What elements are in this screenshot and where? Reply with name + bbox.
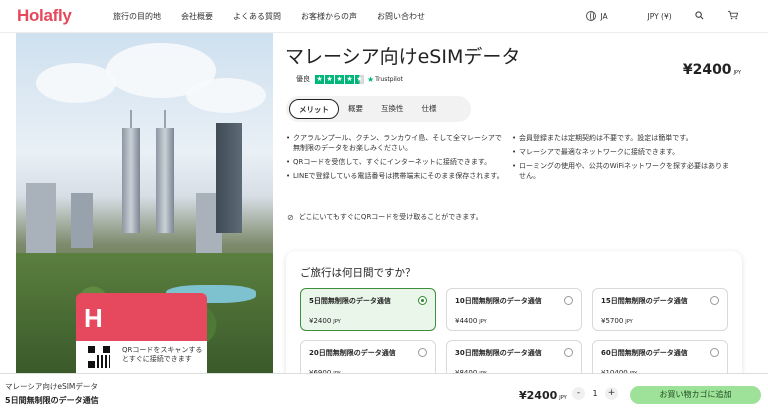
plan-radio[interactable] xyxy=(710,348,719,357)
plan-radio[interactable] xyxy=(418,348,427,357)
globe-icon xyxy=(586,11,597,21)
benefit-item: ローミングの使用や、公共のWiFiネットワークを探す必要はありません。 xyxy=(512,161,734,181)
cloud xyxy=(186,78,266,113)
plan-price-unit: JPY xyxy=(479,319,487,325)
plan-option-15-days[interactable]: 15日間無制限のデータ通信 ¥5700 JPY xyxy=(592,288,728,331)
nav-contact[interactable]: お問い合わせ xyxy=(377,11,425,22)
qr-promo-text: QRコードをスキャンするとすぐに接続できます xyxy=(122,346,203,363)
rating-label: 優良 xyxy=(296,75,310,83)
plan-name: 5日間無制限のデータ通信 xyxy=(309,297,391,305)
benefits-list-left: クアラルンプール、クチン、ランカウイ島、そして全マレーシアで無制限のデータをお楽… xyxy=(286,133,508,185)
plan-price-value: ¥4400 xyxy=(455,317,478,325)
header-spacer xyxy=(712,12,719,21)
top-header: Holafly 旅行の目的地 会社概要 よくある質問 お客様からの声 お問い合わ… xyxy=(0,0,768,33)
plan-price-unit: JPY xyxy=(625,319,633,325)
holafly-logo[interactable]: Holafly xyxy=(17,6,72,25)
plan-name: 20日間無制限のデータ通信 xyxy=(309,349,396,357)
bar-price: ¥2400 JPY xyxy=(519,389,567,402)
plan-price: ¥4400 JPY xyxy=(455,317,487,325)
trustpilot-label: Trustpilot xyxy=(375,75,403,83)
benefits-list-right: 会員登録または定期契約は不要です。設定は簡単です。 マレーシアで最適なネットワー… xyxy=(512,133,734,185)
rating-stars: ★ ★ ★ ★ ★ xyxy=(315,74,364,84)
link-icon: ⊘ xyxy=(287,212,294,222)
tab-specs[interactable]: 仕様 xyxy=(413,99,446,119)
tab-benefits[interactable]: メリット xyxy=(289,99,339,119)
main-nav: 旅行の目的地 会社概要 よくある質問 お客様からの声 お問い合わせ xyxy=(113,11,445,22)
bar-price-value: ¥2400 xyxy=(519,389,558,402)
decrease-button[interactable]: - xyxy=(572,387,585,400)
plan-price-value: ¥5700 xyxy=(601,317,624,325)
sticky-purchase-bar: マレーシア向けeSIMデータ 5日間無制限のデータ通信 ¥2400 JPY - 1… xyxy=(0,373,768,409)
star-icon: ★ xyxy=(325,74,334,84)
plan-price-value: ¥2400 xyxy=(309,317,332,325)
qr-note-text: どこにいてもすぐにQRコードを受け取ることができます。 xyxy=(298,213,483,221)
nav-destinations[interactable]: 旅行の目的地 xyxy=(113,11,161,22)
nav-about[interactable]: 会社概要 xyxy=(181,11,213,22)
trustpilot-star-icon: ★ xyxy=(367,74,375,84)
dark-tower xyxy=(216,123,242,233)
language-selector[interactable]: JA xyxy=(600,12,607,21)
tower-spire xyxy=(164,110,166,128)
holafly-mark-icon: H xyxy=(84,303,103,333)
increase-button[interactable]: + xyxy=(605,387,618,400)
benefit-item: マレーシアで最適なネットワークに接続できます。 xyxy=(512,147,734,157)
building xyxy=(26,183,56,253)
nav-reviews[interactable]: お客様からの声 xyxy=(301,11,357,22)
cloud xyxy=(36,63,116,103)
currency-selector[interactable]: JPY (¥) xyxy=(648,12,672,21)
plan-selector-card: ご旅行は何日間ですか？ 5日間無制限のデータ通信 ¥2400 JPY 10日間無制… xyxy=(286,251,742,391)
plan-radio[interactable] xyxy=(710,296,719,305)
plan-radio[interactable] xyxy=(564,296,573,305)
plan-option-10-days[interactable]: 10日間無制限のデータ通信 ¥4400 JPY xyxy=(446,288,582,331)
building xyxy=(71,193,93,248)
benefit-item: LINEで登録している電話番号は携帯端末にそのまま保存されます。 xyxy=(286,171,508,181)
info-tabs: メリット 概要 互換性 仕様 xyxy=(286,96,471,122)
star-icon: ★ xyxy=(335,74,344,84)
qr-promo: QRコードをスキャンするとすぐに接続できます xyxy=(76,341,207,373)
plan-price: ¥5700 JPY xyxy=(601,317,633,325)
benefit-item: QRコードを受信して、すぐにインターネットに接続できます。 xyxy=(286,157,508,167)
logo-text: Holafly xyxy=(17,6,72,25)
star-icon: ★ xyxy=(355,74,364,84)
plan-name: 10日間無制限のデータ通信 xyxy=(455,297,542,305)
petronas-tower-right xyxy=(156,128,174,233)
petronas-tower-left xyxy=(122,128,140,233)
star-icon: ★ xyxy=(315,74,324,84)
plan-name: 60日間無制限のデータ通信 xyxy=(601,349,688,357)
cart-icon[interactable] xyxy=(727,10,739,22)
star-icon: ★ xyxy=(345,74,354,84)
product-price: ¥2400 JPY xyxy=(683,62,741,78)
header-spacer xyxy=(680,12,687,21)
search-icon[interactable] xyxy=(695,10,704,22)
header-spacer xyxy=(616,12,640,21)
plan-name: 15日間無制限のデータ通信 xyxy=(601,297,688,305)
plan-radio[interactable] xyxy=(418,296,427,305)
header-controls: JA JPY (¥) xyxy=(586,10,739,22)
bar-product-name: マレーシア向けeSIMデータ xyxy=(5,382,98,391)
quantity-value[interactable]: 1 xyxy=(585,389,605,398)
qr-code-icon xyxy=(88,346,110,368)
plan-selector-title: ご旅行は何日間ですか？ xyxy=(300,267,416,279)
bar-plan-name: 5日間無制限のデータ通信 xyxy=(5,396,99,405)
plan-price-unit: JPY xyxy=(333,319,341,325)
nav-faq[interactable]: よくある質問 xyxy=(233,11,281,22)
tab-compatibility[interactable]: 互換性 xyxy=(372,99,413,119)
add-to-cart-button[interactable]: お買い物カゴに追加 xyxy=(630,386,761,404)
tower-spire xyxy=(130,110,132,128)
benefit-item: クアラルンプール、クチン、ランカウイ島、そして全マレーシアで無制限のデータをお楽… xyxy=(286,133,508,153)
plan-name: 30日間無制限のデータ通信 xyxy=(455,349,542,357)
qr-note: ⊘ どこにいてもすぐにQRコードを受け取ることができます。 xyxy=(287,212,483,222)
benefit-item: 会員登録または定期契約は不要です。設定は簡単です。 xyxy=(512,133,734,143)
bar-price-unit: JPY xyxy=(559,395,567,401)
quantity-stepper: - 1 + xyxy=(572,387,618,400)
plan-price: ¥2400 JPY xyxy=(309,317,341,325)
plan-option-5-days[interactable]: 5日間無制限のデータ通信 ¥2400 JPY xyxy=(300,288,436,331)
holafly-badge: H xyxy=(76,293,207,342)
price-value: ¥2400 xyxy=(682,62,732,78)
rating-row[interactable]: 優良 ★ ★ ★ ★ ★ ★ Trustpilot xyxy=(296,74,403,84)
price-unit: JPY xyxy=(733,70,741,76)
plan-radio[interactable] xyxy=(564,348,573,357)
page-title: マレーシア向けeSIMデータ xyxy=(285,46,521,68)
tab-overview[interactable]: 概要 xyxy=(339,99,372,119)
